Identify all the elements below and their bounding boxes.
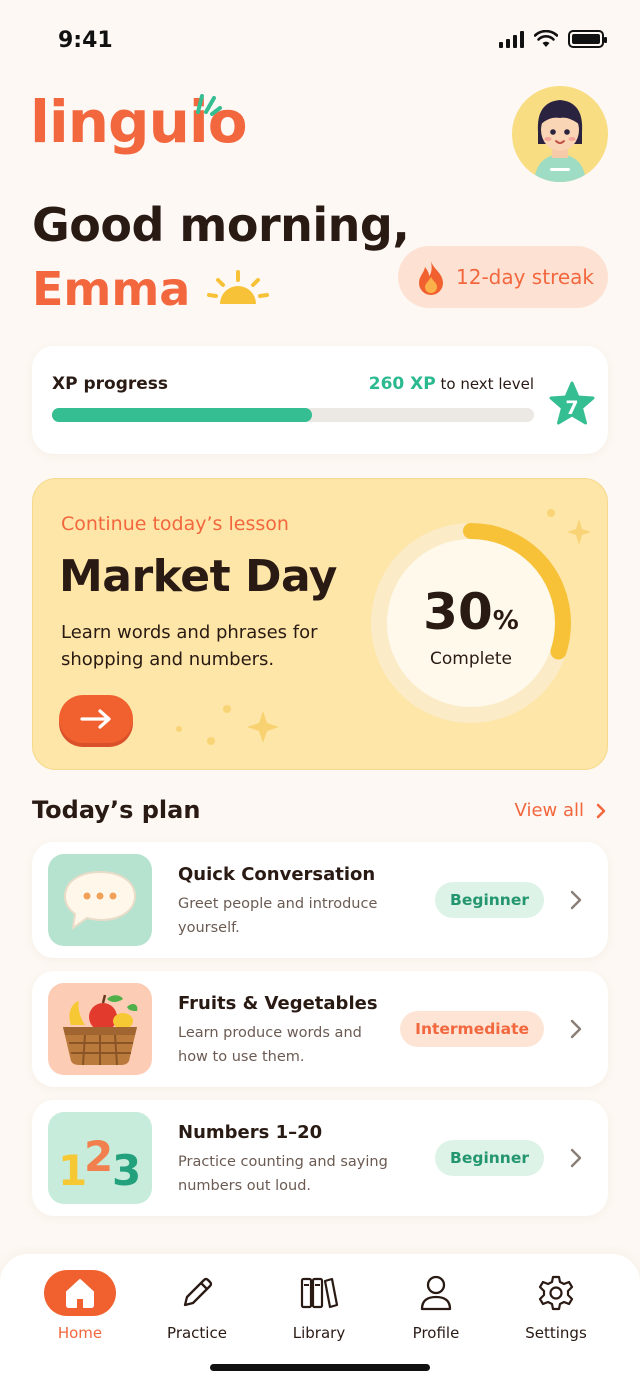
level-number: 7 [565,397,579,419]
plan-item-title: Quick Conversation [178,864,376,885]
plan-item-thumbnail [48,983,152,1075]
plan-item-thumbnail: 1 2 3 [48,1112,152,1204]
view-all-label: View all [514,800,584,821]
tab-library[interactable]: Library [269,1270,369,1342]
plan-item[interactable]: Quick Conversation Greet people and intr… [32,842,608,958]
svg-text:2: 2 [84,1132,113,1181]
books-icon [283,1270,355,1316]
chevron-right-icon [570,1148,582,1168]
lesson-percent-sign: % [492,606,519,636]
user-avatar[interactable] [512,86,608,182]
wifi-icon [534,30,558,47]
lesson-title: Market Day [59,551,338,602]
pencil-icon [161,1270,233,1316]
lesson-description: Learn words and phrases for shopping and… [61,622,318,670]
plan-item-title: Numbers 1–20 [178,1122,323,1143]
speech-bubble-icon [63,870,137,931]
xp-title: XP progress [52,374,169,394]
tab-label: Practice [167,1324,227,1342]
status-bar: 9:41 [0,0,640,80]
tab-label: Home [57,1324,103,1342]
lesson-percent: 30% [365,583,577,641]
plan-item-description: Learn produce words and how to use them. [178,1025,362,1065]
chevron-right-icon [570,1019,582,1039]
tab-profile[interactable]: Profile [386,1270,486,1342]
home-indicator [210,1364,430,1371]
tab-settings[interactable]: Settings [506,1270,606,1342]
battery-icon [568,30,607,48]
svg-text:3: 3 [112,1146,141,1193]
fruit-basket-icon [63,994,138,1066]
svg-text:1: 1 [58,1146,87,1193]
plan-item-description: Greet people and introduce yourself. [178,896,378,936]
xp-suffix: to next level [440,375,535,393]
plan-item-title: Fruits & Vegetables [178,993,378,1014]
xp-progress-fill [52,408,313,422]
home-icon [44,1270,116,1316]
tab-practice[interactable]: Practice [147,1270,247,1342]
plan-item-description: Practice counting and saying numbers out… [178,1154,388,1194]
sun-icon [207,270,269,304]
status-time: 9:41 [58,28,113,53]
lesson-percent-label: Complete [430,649,512,669]
streak-badge[interactable]: 12-day streak [398,246,608,308]
level-badge: Intermediate [400,1011,544,1047]
plan-item[interactable]: 1 2 3 Numbers 1–20 Practice counting and… [32,1100,608,1216]
streak-label: 12-day streak [456,265,594,289]
view-all-link[interactable]: View all [515,800,606,821]
logo-spark-icon [196,94,222,116]
greeting-name: Emma [32,262,191,316]
arrow-right-icon [80,709,111,729]
cellular-signal-icon [499,30,524,48]
tab-home[interactable]: Home [30,1270,130,1342]
xp-progress-bar [52,408,534,422]
continue-lesson-card[interactable]: Continue today’s lesson Market Day Learn… [32,478,608,770]
chevron-right-icon [570,890,582,910]
lesson-percent-value: 30 [423,583,493,641]
gear-icon [520,1270,592,1316]
continue-lesson-button[interactable] [59,695,133,743]
status-icons [499,30,607,48]
xp-progress-card: XP progress 260 XP to next level 7 [32,346,608,454]
level-badge: Beginner [435,1140,544,1176]
person-icon [400,1270,472,1316]
section-title: Today’s plan [32,796,201,824]
flame-icon [419,261,443,295]
greeting-text: Good morning, [32,198,410,252]
chevron-right-icon [596,803,606,818]
lesson-eyebrow: Continue today’s lesson [61,513,289,535]
tab-label: Profile [412,1324,460,1342]
level-badge: Beginner [435,882,544,918]
xp-value: 260 XP [368,374,436,394]
tab-label: Library [292,1324,346,1342]
girl-avatar-icon [534,100,586,182]
plan-item[interactable]: Fruits & Vegetables Learn produce words … [32,971,608,1087]
numbers-123-icon: 1 2 3 [58,1132,141,1193]
tab-label: Settings [525,1324,587,1342]
plan-item-thumbnail [48,854,152,946]
xp-to-next: 260 XP to next level [369,374,534,394]
